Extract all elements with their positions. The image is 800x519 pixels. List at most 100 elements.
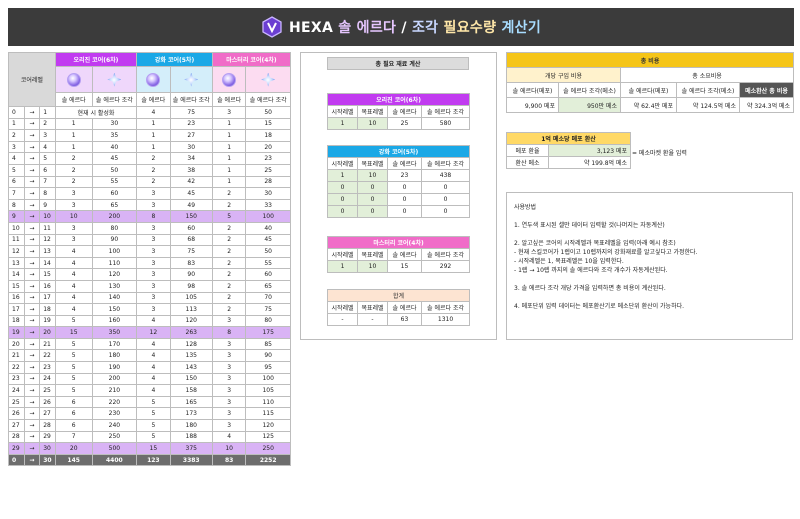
exchange-rate-input[interactable]: 3,123 메포	[547, 144, 632, 157]
total-erda-cost-value: 약 62.4만 메포	[620, 97, 677, 113]
table-row: 22 → 23 5 190 4 143 3 95	[8, 361, 291, 374]
panel-title: 총 필요 재료 계산	[327, 57, 469, 70]
mastery-erda-cell: 10	[211, 442, 247, 455]
level-arrow: →	[23, 221, 41, 235]
converted-meso-label: 환산 메소	[506, 156, 549, 169]
enhance-erda-cell: 1	[136, 117, 171, 131]
origin-piece-cell: 90	[91, 233, 138, 247]
mastery-erda-cell: 2	[211, 279, 247, 293]
col-header: 솔 에르다	[387, 157, 422, 170]
origin-core-calc: 오리진 코어(6차) 시작레벨 목표레벨 솔 에르다 솔 에르다 조각 1 10 25 580	[327, 93, 470, 130]
origin-piece-cell: 200	[91, 372, 138, 386]
level-to: 25	[39, 384, 56, 397]
origin-erda-cell: 4	[54, 279, 93, 293]
enhance-erda-cell: 3	[136, 268, 171, 281]
enhance-piece-cell: 45	[169, 187, 213, 200]
level-arrow: →	[23, 187, 41, 200]
level-arrow: →	[23, 210, 41, 223]
level-from: 29	[8, 442, 25, 455]
col-header: 솔 에르다	[387, 248, 422, 261]
level-from: 18	[8, 314, 25, 328]
level-arrow: →	[23, 453, 41, 467]
start-level-input[interactable]: 0	[327, 193, 358, 206]
start-level-input[interactable]: 0	[327, 181, 358, 194]
enhance-piece-cell: 68	[169, 233, 213, 247]
level-to: 2	[39, 117, 56, 131]
level-from: 4	[8, 152, 25, 165]
level-arrow: →	[23, 117, 41, 131]
origin-erda-cell: 6	[54, 395, 93, 409]
target-level-input[interactable]: 0	[357, 205, 388, 218]
enhance-piece-cell: 150	[169, 372, 213, 386]
piece-count-cell: 580	[421, 117, 470, 130]
enhance-piece-cell: 42	[169, 175, 213, 189]
col-header: 시작레벨	[327, 105, 358, 118]
start-level-input[interactable]: 1	[327, 169, 358, 182]
mastery-erda-cell: 1	[211, 117, 247, 131]
enhance-piece-cell: 49	[169, 198, 213, 212]
target-level-input[interactable]: 10	[357, 260, 388, 273]
unit-cost-header: 개당 구입 비용	[506, 67, 621, 83]
mastery-erda-cell: 8	[211, 326, 247, 339]
level-from: 27	[8, 419, 25, 432]
piece-unit-price-input[interactable]: 950만 메소	[558, 97, 621, 113]
level-arrow: →	[23, 326, 41, 339]
level-arrow: →	[23, 268, 41, 281]
enhance-erda-cell: 3	[136, 187, 171, 200]
level-to: 26	[39, 395, 56, 409]
table-row: 0000	[327, 181, 471, 194]
title-piece: 조각	[411, 20, 439, 36]
table-row: 23 → 24 5 200 4 150 3 100	[8, 372, 291, 386]
enhance-piece-cell: 180	[169, 419, 213, 432]
origin-piece-cell: 50	[91, 163, 138, 177]
enhance-piece-cell: 60	[169, 221, 213, 235]
level-to: 28	[39, 419, 56, 432]
enhance-erda-cell: 4	[136, 384, 171, 397]
target-level-input[interactable]: 10	[357, 117, 388, 130]
mastery-erda-cell: 2	[211, 198, 247, 212]
level-to: 17	[39, 291, 56, 305]
start-level-input[interactable]: 1	[327, 260, 358, 273]
start-level-input[interactable]: 1	[327, 117, 358, 130]
exchange-title: 1억 메소당 메포 환산	[505, 132, 632, 145]
level-from: 3	[8, 140, 25, 154]
mastery-erda-cell: 83	[211, 453, 247, 467]
enhance-erda-cell: 1	[136, 129, 171, 142]
table-row: 14 → 15 4 120 3 90 2 60	[8, 268, 291, 281]
target-level-input[interactable]: 0	[357, 193, 388, 206]
sub-header-piece: 솔 에르다 조각	[245, 92, 291, 107]
origin-piece-cell: 250	[91, 430, 138, 444]
origin-erda-cell: 7	[54, 430, 93, 444]
level-to: 8	[39, 187, 56, 200]
level-from: 14	[8, 268, 25, 281]
mastery-erda-cell: 1	[211, 152, 247, 165]
level-arrow: →	[23, 256, 41, 270]
start-level-input[interactable]: 0	[327, 205, 358, 218]
col-header: 솔 에르다 조각	[420, 157, 471, 170]
col-header: 솔 에르다	[387, 301, 422, 314]
enhance-erda-cell: 2	[136, 163, 171, 177]
level-from: 15	[8, 279, 25, 293]
level-from: 7	[8, 187, 25, 200]
level-from: 0	[8, 106, 25, 119]
enhance-piece-cell: 173	[169, 407, 213, 421]
enhance-erda-cell: 5	[136, 407, 171, 421]
usage-line: 2. 알고싶은 코어의 시작레벨과 목표레벨을 입력(아래 예시 참조)	[514, 240, 676, 247]
level-arrow: →	[23, 106, 41, 119]
level-to: 30	[39, 442, 56, 455]
level-from: 24	[8, 384, 25, 397]
origin-piece-cell: 160	[91, 314, 138, 328]
table-row: 29 → 30 20 500 15 375 10 250	[8, 442, 291, 455]
origin-erda-cell: 5	[54, 349, 93, 363]
target-level-input[interactable]: 10	[357, 169, 388, 182]
level-to: 3	[39, 129, 56, 142]
col-header: 시작레벨	[327, 301, 358, 314]
enhance-erda-cell: 3	[136, 256, 171, 270]
usage-title: 사용방법	[514, 204, 537, 211]
table-row: 12 → 13 4 100 3 75 2 50	[8, 245, 291, 258]
table-row: 1 10 25 580	[327, 117, 470, 130]
mastery-piece-cell: 100	[245, 372, 291, 386]
cost-col-total-erda: 솔 에르다(메포)	[620, 82, 677, 98]
level-arrow: →	[23, 291, 41, 305]
target-level-input[interactable]: 0	[357, 181, 388, 194]
